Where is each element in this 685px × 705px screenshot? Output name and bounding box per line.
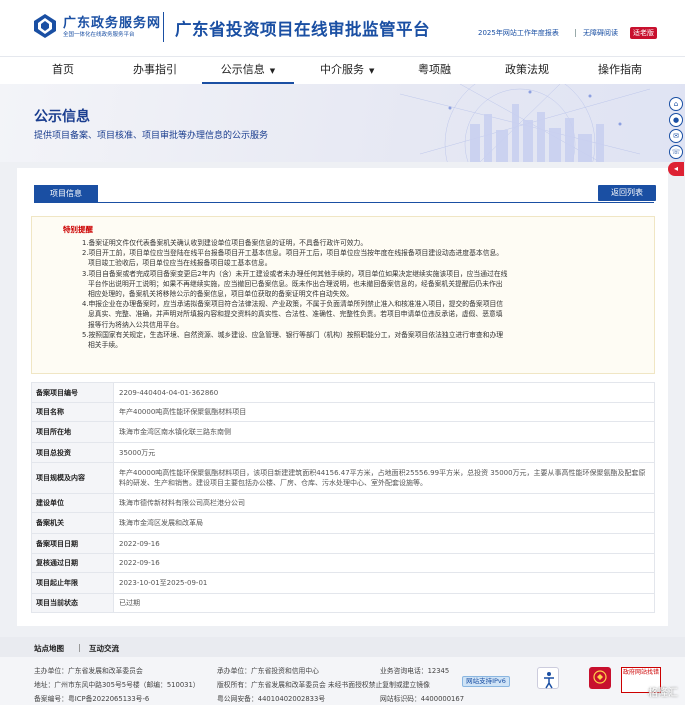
table-row: 备案项目日期 2022-09-16 (31, 533, 655, 554)
accessibility-certified-icon[interactable] (537, 667, 559, 689)
footer-site-code: 网站标识码：4400000167 (380, 695, 465, 703)
row-label: 建设单位 (31, 493, 114, 513)
notice-line: 5.按照国家有关规定，生态环境、自然资源、城乡建设、应急管理、银行等部门（机构）… (82, 330, 504, 339)
row-value: 2022-09-16 (113, 553, 655, 573)
city-skyline-graphic (399, 84, 651, 162)
row-value: 35000万元 (113, 442, 655, 463)
footer-link-divider (79, 644, 80, 652)
notice-line: 1.备案证明文件仅代表备案机关确认收到建设单位项目备案信息的证明，不具备行政许可… (82, 239, 368, 247)
notice-line: 项目竣工验收后，项目单位应当在线报备项目竣工基本信息。 (88, 259, 272, 268)
row-label: 备案项目编号 (31, 382, 114, 403)
gd-gov-logo-icon[interactable] (32, 13, 58, 39)
notice-body: 1.备案证明文件仅代表备案机关确认收到建设单位项目备案信息的证明，不具备行政许可… (82, 238, 552, 350)
row-value: 2209-440404-04-01-362860 (113, 382, 655, 403)
notice-line: 相关手续。 (88, 341, 122, 350)
row-value: 珠海市金湾区发展和改革局 (113, 512, 655, 534)
notice-title: 特别提醒 (63, 225, 93, 234)
row-label: 项目当前状态 (31, 593, 114, 613)
notice-line: 3.项目自备案或者完成项目备案变更后2年内（含）未开工建设或者未办理任何其他手续… (82, 269, 508, 278)
footer-sponsor: 主办单位：广东省发展和改革委员会 (34, 667, 143, 675)
row-value: 已过期 (113, 593, 655, 613)
floating-toolbar: ⌂ ● ✉ ☏ ◂ (668, 97, 685, 177)
main-nav: 首页 办事指引 公示信息 ▼ 中介服务 ▼ 粤项融 政策法规 操作指南 (0, 56, 685, 84)
site-title: 广东省投资项目在线审批监管平台 (175, 20, 430, 39)
footer-icp[interactable]: 备案编号：粤ICP备2022065133号-6 (34, 693, 149, 703)
elderly-care-mode-badge[interactable]: 适老版 (630, 27, 657, 39)
watermark-logo: 格隆汇 (648, 688, 678, 699)
ipv6-badge: 网站支持IPv6 (462, 676, 510, 687)
notice-line: 相应处理的，备案机关将移除公示的备案信息，项目单位获取的备案证明文件自动失效。 (88, 290, 354, 299)
nav-item-public-info[interactable]: 公示信息 ▼ (202, 57, 294, 84)
row-value: 2022-09-16 (113, 533, 655, 554)
row-label: 复核通过日期 (31, 553, 114, 573)
tab-project-info[interactable]: 项目信息 (34, 185, 98, 203)
notice-line: 2.项目开工前，项目单位应当登陆在线平台报备项目开工基本信息。项目开工后，项目单… (82, 249, 504, 258)
notice-line: 平台作出说明开工说明；如果不再继续实施，应当撤回已备案信息。既未作出合理说明，也… (88, 279, 503, 288)
logo-subtitle: 全国一体化在线政务服务平台 (63, 32, 135, 38)
phone-icon[interactable]: ☏ (669, 145, 683, 159)
footer-address: 地址：广州市东风中路305号5号楼（邮编：510031） (34, 681, 200, 689)
site-header: 广东政务服务网 全国一体化在线政务服务平台 广东省投资项目在线审批监管平台 20… (0, 0, 685, 56)
page-title: 公示信息 (34, 109, 90, 125)
chevron-down-icon: ▼ (369, 67, 375, 75)
project-info-table: 备案项目编号 2209-440404-04-01-362860 项目名称 年产4… (31, 382, 655, 613)
table-row: 项目起止年限 2023-10-01至2025-09-01 (31, 572, 655, 594)
table-row: 复核通过日期 2022-09-16 (31, 553, 655, 573)
row-label: 备案机关 (31, 512, 114, 534)
row-value: 年产40000吨高性能环保聚氨酯材料项目，该项目新建建筑面积44156.47平方… (113, 462, 655, 494)
table-row: 项目名称 年产40000吨高性能环保聚氨酯材料项目 (31, 402, 655, 422)
chat-icon[interactable]: ✉ (669, 129, 683, 143)
logo-title[interactable]: 广东政务服务网 (63, 12, 161, 31)
page-subtitle: 提供项目备案、项目核准、项目审批等办理信息的公示服务 (34, 131, 269, 141)
row-label: 项目名称 (31, 402, 114, 422)
row-value: 年产40000吨高性能环保聚氨酯材料项目 (113, 402, 655, 422)
accessible-reading-link[interactable]: 无障碍阅读 (583, 28, 618, 38)
chevron-down-icon: ▼ (269, 67, 276, 75)
table-row: 建设单位 珠海市德传新材料有限公司高栏港分公司 (31, 493, 655, 513)
footer-police-record[interactable]: 粤公网安备：44010402002833号 (217, 693, 325, 703)
row-label: 项目总投资 (31, 442, 114, 463)
header-link-divider (575, 29, 576, 37)
row-value: 珠海市金湾区南水镇化联三路东南侧 (113, 421, 655, 443)
nav-item-yuexiangrong[interactable]: 粤项融 (418, 57, 451, 84)
row-label: 项目所在地 (31, 421, 114, 443)
nav-item-operation-guide[interactable]: 操作指南 (598, 57, 642, 84)
footer-link-feedback[interactable]: 互动交流 (89, 643, 119, 654)
row-value: 2023-10-01至2025-09-01 (113, 572, 655, 594)
nav-item-guide[interactable]: 办事指引 (133, 57, 177, 84)
footer-hotline: 业务咨询电话：12345 (380, 667, 450, 675)
footer-copyright: 版权所有：广东省发展和改革委员会 未经书面授权禁止复制或建立镜像 (217, 681, 430, 689)
home-icon[interactable]: ⌂ (669, 97, 683, 111)
table-row: 备案机关 珠海市金湾区发展和改革局 (31, 512, 655, 534)
collapse-toolbar-icon[interactable]: ◂ (668, 162, 684, 176)
notice-line: 4.申报企业在办理备案时，应当承诺拟备案项目符合法律法规、产业政策，不属于负面清… (82, 300, 504, 309)
footer-organizer: 承办单位：广东省投资和信用中心 (217, 667, 319, 675)
tab-underline (34, 202, 654, 203)
header-divider (163, 12, 164, 42)
table-row: 项目总投资 35000万元 (31, 442, 655, 463)
row-label: 项目规模及内容 (31, 462, 114, 494)
notice-line: 息真实、完整、准确，并声明对所填报内容和提交资料的真实性、合法性、准确性、完整性… (88, 310, 503, 319)
user-icon[interactable]: ● (669, 113, 683, 127)
table-row: 备案项目编号 2209-440404-04-01-362860 (31, 382, 655, 403)
nav-item-home[interactable]: 首页 (52, 57, 74, 84)
table-row: 项目所在地 珠海市金湾区南水镇化联三路东南侧 (31, 421, 655, 443)
footer-link-sitemap[interactable]: 站点地图 (34, 643, 64, 654)
nav-item-policies[interactable]: 政策法规 (505, 57, 549, 84)
table-row: 项目规模及内容 年产40000吨高性能环保聚氨酯材料项目，该项目新建建筑面积44… (31, 462, 655, 494)
page-banner (0, 84, 685, 162)
back-to-list-button[interactable]: 返回列表 (598, 185, 656, 201)
row-label: 项目起止年限 (31, 572, 114, 594)
party-gov-org-icon[interactable] (589, 667, 611, 689)
notice-line: 报等行为将纳入公共信用平台。 (88, 320, 184, 329)
annual-report-link[interactable]: 2025年网站工作年度报表 (478, 28, 559, 38)
row-label: 备案项目日期 (31, 533, 114, 554)
table-row: 项目当前状态 已过期 (31, 593, 655, 613)
nav-item-agency-services[interactable]: 中介服务 ▼ (320, 57, 374, 84)
row-value: 珠海市德传新材料有限公司高栏港分公司 (113, 493, 655, 513)
